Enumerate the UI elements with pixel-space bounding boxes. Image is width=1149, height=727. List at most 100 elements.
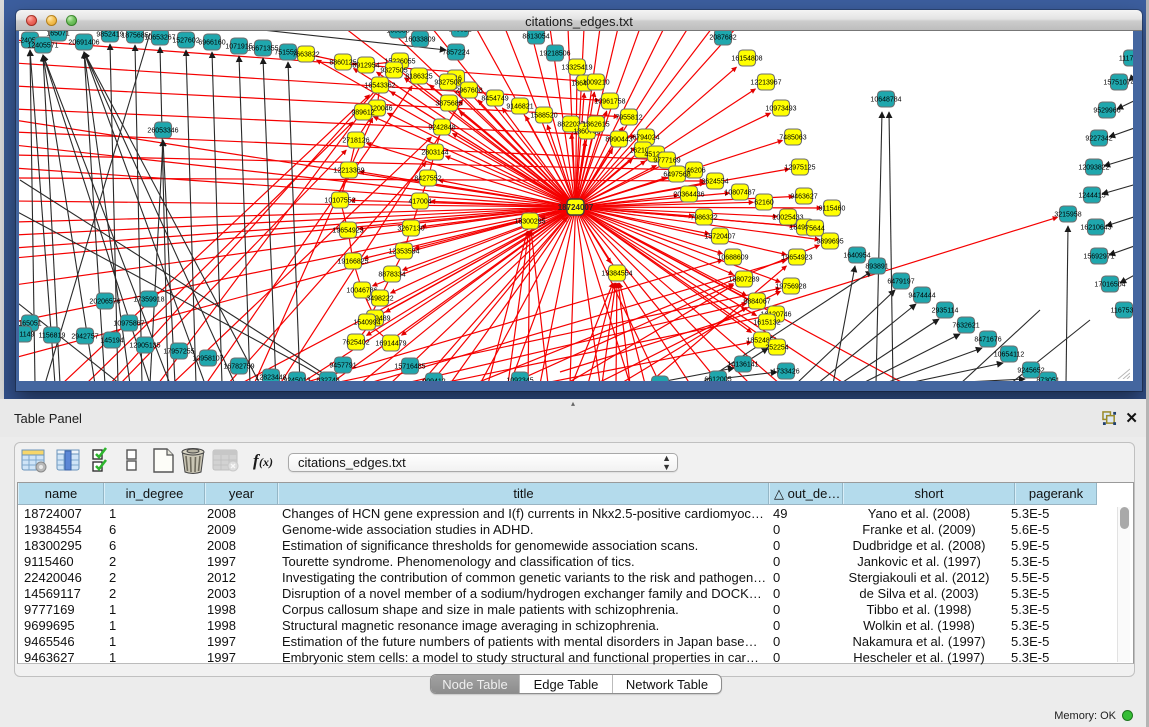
svg-text:15716485: 15716485 — [394, 363, 425, 370]
svg-text:19654923: 19654923 — [781, 254, 812, 261]
svg-text:2942757: 2942757 — [71, 333, 98, 340]
svg-text:10107552: 10107552 — [324, 197, 355, 204]
svg-text:10973493: 10973493 — [765, 105, 796, 112]
svg-text:2087682: 2087682 — [709, 34, 736, 41]
svg-text:12093822: 12093822 — [1078, 164, 1109, 171]
svg-text:1167531: 1167531 — [1111, 307, 1133, 314]
svg-text:9327505: 9327505 — [380, 67, 407, 74]
svg-text:1527602: 1527602 — [172, 37, 199, 44]
svg-text:1362615: 1362615 — [582, 121, 609, 128]
svg-text:18300295: 18300295 — [514, 218, 545, 225]
svg-text:7663822: 7663822 — [292, 51, 319, 58]
svg-text:989612: 989612 — [351, 109, 374, 116]
svg-text:20691406: 20691406 — [68, 39, 99, 46]
svg-text:9852419: 9852419 — [96, 31, 123, 38]
svg-text:20364436: 20364436 — [673, 191, 704, 198]
svg-text:(x): (x) — [259, 455, 273, 469]
svg-text:6794024: 6794024 — [632, 134, 659, 141]
svg-text:16782759: 16782759 — [223, 363, 254, 370]
svg-text:2935114: 2935114 — [932, 307, 959, 314]
svg-text:17359918: 17359918 — [133, 296, 164, 303]
svg-text:15720407: 15720407 — [704, 233, 735, 240]
svg-text:10958107: 10958107 — [192, 355, 223, 362]
svg-text:6479197: 6479197 — [887, 278, 914, 285]
svg-text:893891: 893891 — [865, 263, 888, 270]
svg-text:20206576: 20206576 — [89, 298, 120, 305]
svg-text:10961758: 10961758 — [594, 98, 625, 105]
svg-text:10653267: 10653267 — [144, 34, 175, 41]
svg-text:7857224: 7857224 — [442, 49, 469, 56]
svg-text:8454749: 8454749 — [481, 95, 508, 102]
svg-text:9529966: 9529966 — [1093, 107, 1120, 114]
svg-text:1588520: 1588520 — [530, 112, 557, 119]
svg-text:12353594: 12353594 — [388, 248, 419, 255]
svg-text:1615132: 1615132 — [753, 319, 780, 326]
svg-text:12213369: 12213369 — [333, 167, 364, 174]
svg-text:165071: 165071 — [46, 31, 69, 37]
svg-text:13325419: 13325419 — [561, 64, 592, 71]
svg-text:16154808: 16154808 — [731, 55, 762, 62]
svg-text:9327508: 9327508 — [434, 79, 461, 86]
svg-text:3875685: 3875685 — [435, 100, 462, 107]
svg-text:832748: 832748 — [316, 377, 339, 381]
svg-text:9146821: 9146821 — [506, 103, 533, 110]
svg-text:12405571: 12405571 — [27, 42, 58, 49]
svg-text:7955812: 7955812 — [615, 114, 642, 121]
svg-text:12213967: 12213967 — [750, 79, 781, 86]
svg-text:8878334: 8878334 — [378, 271, 405, 278]
svg-text:18724007: 18724007 — [558, 203, 594, 212]
svg-text:8912954: 8912954 — [352, 62, 379, 69]
svg-text:7986322: 7986322 — [690, 214, 717, 221]
svg-text:19756928: 19756928 — [775, 283, 806, 290]
svg-text:160338: 160338 — [386, 31, 409, 34]
svg-text:6497568: 6497568 — [663, 171, 690, 178]
svg-text:1117234: 1117234 — [1119, 55, 1133, 62]
svg-text:8813054: 8813054 — [522, 33, 549, 40]
svg-text:9463627: 9463627 — [790, 193, 817, 200]
svg-text:8427552: 8427552 — [414, 175, 441, 182]
svg-text:15751074: 15751074 — [1103, 79, 1133, 86]
svg-text:10648784: 10648784 — [870, 96, 901, 103]
svg-text:10975867: 10975867 — [113, 320, 144, 327]
svg-text:9777169: 9777169 — [653, 157, 680, 164]
svg-text:1640954: 1640954 — [843, 252, 870, 259]
svg-text:2803144: 2803144 — [421, 149, 448, 156]
svg-text:19166825: 19166825 — [337, 258, 368, 265]
svg-text:8471676: 8471676 — [974, 336, 1001, 343]
svg-text:6966160: 6966160 — [198, 39, 225, 46]
svg-text:26053346: 26053346 — [147, 127, 178, 134]
svg-text:1009210: 1009210 — [582, 79, 609, 86]
svg-text:252254: 252254 — [765, 344, 788, 351]
svg-text:9242848: 9242848 — [428, 124, 455, 131]
svg-text:19654923: 19654923 — [332, 227, 363, 234]
svg-text:9245013: 9245013 — [283, 377, 310, 381]
svg-text:19384554: 19384554 — [601, 270, 632, 277]
svg-text:873051: 873051 — [1036, 377, 1059, 381]
svg-text:946821: 946821 — [448, 31, 471, 33]
svg-text:19218506: 19218506 — [539, 50, 570, 57]
svg-text:3267130: 3267130 — [397, 225, 424, 232]
svg-text:9474444: 9474444 — [908, 292, 935, 299]
svg-text:12905135: 12905135 — [129, 342, 160, 349]
svg-text:75644: 75644 — [805, 225, 825, 232]
svg-text:7625402: 7625402 — [342, 339, 369, 346]
svg-text:9115460: 9115460 — [819, 205, 846, 212]
svg-text:14136141: 14136141 — [727, 361, 758, 368]
svg-text:10688609: 10688609 — [717, 254, 748, 261]
svg-text:16210643: 16210643 — [1080, 224, 1111, 231]
svg-text:8186325: 8186325 — [405, 73, 432, 80]
svg-text:9457791: 9457791 — [329, 362, 356, 369]
svg-text:10654112: 10654112 — [994, 351, 1025, 358]
svg-text:9884067: 9884067 — [743, 298, 770, 305]
svg-text:145194: 145194 — [100, 337, 123, 344]
svg-text:2718126: 2718126 — [342, 137, 369, 144]
svg-text:8990443: 8990443 — [605, 136, 632, 143]
svg-text:17957255: 17957255 — [163, 348, 194, 355]
svg-text:1092345: 1092345 — [506, 377, 533, 381]
svg-text:12975125: 12975125 — [784, 164, 815, 171]
svg-text:7485063: 7485063 — [779, 134, 806, 141]
svg-text:12823448: 12823448 — [255, 374, 286, 381]
svg-text:18807289: 18807289 — [728, 276, 759, 283]
svg-text:417004: 417004 — [408, 198, 431, 205]
svg-text:7632621: 7632621 — [952, 322, 979, 329]
